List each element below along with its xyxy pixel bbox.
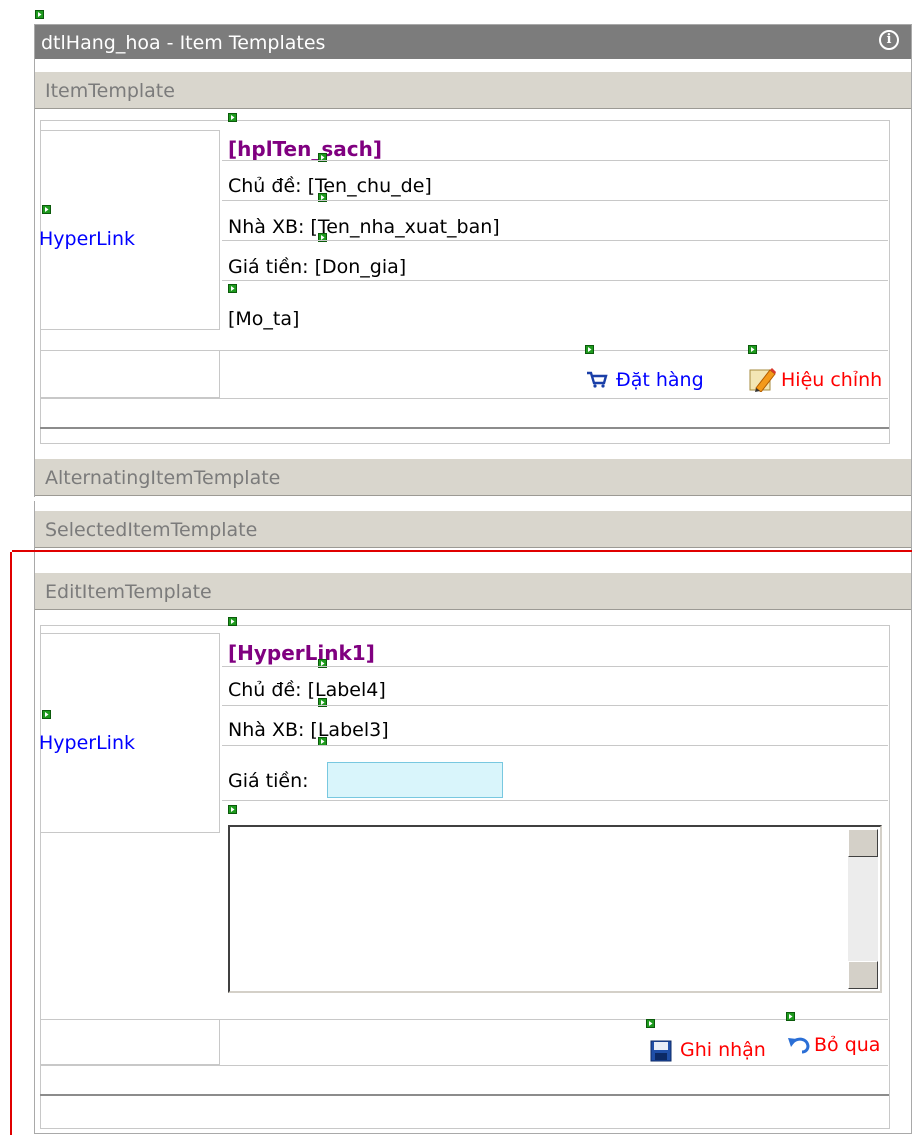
smart-tag-glyph[interactable] <box>786 1012 795 1021</box>
price-label: Giá tiền: [Don_gia] <box>228 256 407 278</box>
smart-tag-glyph[interactable] <box>585 345 594 354</box>
smart-tag-glyph[interactable] <box>748 345 757 354</box>
section-edit-template[interactable]: EditItemTemplate <box>35 573 911 610</box>
highlight-frame-left <box>10 552 12 1135</box>
info-icon[interactable]: i <box>879 30 899 50</box>
cancel-link[interactable]: Bỏ qua <box>814 1034 880 1056</box>
book-title-link[interactable]: [hplTen_sach] <box>228 137 382 161</box>
description-label: [Mo_ta] <box>228 308 300 330</box>
section-label: AlternatingItemTemplate <box>45 467 281 489</box>
save-link[interactable]: Ghi nhận <box>680 1039 766 1061</box>
highlight-frame-top <box>12 550 912 552</box>
description-textarea[interactable] <box>228 825 882 993</box>
smart-tag-glyph[interactable] <box>228 805 237 814</box>
smart-tag-glyph[interactable] <box>228 617 237 626</box>
smart-tag-glyph[interactable] <box>228 113 237 122</box>
textarea-scrollbar[interactable] <box>848 829 878 989</box>
empty-cell <box>40 350 220 398</box>
pencil-edit-icon <box>748 366 778 396</box>
section-label: SelectedItemTemplate <box>45 519 258 541</box>
edit-link[interactable]: Hiệu chỉnh <box>781 369 882 391</box>
scroll-down-button[interactable] <box>848 961 878 989</box>
section-alternating-template[interactable]: AlternatingItemTemplate <box>35 459 911 496</box>
section-selected-template[interactable]: SelectedItemTemplate <box>35 511 911 548</box>
smart-tag-glyph[interactable] <box>42 205 51 214</box>
empty-cell <box>40 1019 220 1065</box>
smart-tag-glyph[interactable] <box>228 284 237 293</box>
section-label: ItemTemplate <box>45 80 175 102</box>
smart-tag-glyph[interactable] <box>35 10 44 19</box>
topic-label: Chủ đề: [Label4] <box>228 679 386 701</box>
publisher-label: Nhà XB: [Ten_nha_xuat_ban] <box>228 216 500 238</box>
image-hyperlink[interactable]: HyperLink <box>39 228 135 250</box>
panel-title-bar: dtlHang_hoa - Item Templates i <box>35 25 911 59</box>
book-title-link[interactable]: [HyperLink1] <box>228 641 375 665</box>
publisher-label: Nhà XB: [Label3] <box>228 719 389 741</box>
order-link[interactable]: Đặt hàng <box>616 369 704 391</box>
cart-icon <box>586 370 608 392</box>
topic-label: Chủ đề: [Ten_chu_de] <box>228 175 432 197</box>
price-input[interactable] <box>327 762 503 798</box>
smart-tag-glyph[interactable] <box>42 710 51 719</box>
image-hyperlink[interactable]: HyperLink <box>39 732 135 754</box>
undo-arrow-icon <box>787 1034 811 1058</box>
section-label: EditItemTemplate <box>45 581 212 603</box>
price-field-label: Giá tiền: <box>228 770 309 792</box>
section-item-template[interactable]: ItemTemplate <box>35 72 911 109</box>
scroll-up-button[interactable] <box>848 829 878 857</box>
panel-title: dtlHang_hoa - Item Templates <box>41 32 326 54</box>
smart-tag-glyph[interactable] <box>646 1019 655 1028</box>
save-disk-icon <box>650 1040 672 1066</box>
